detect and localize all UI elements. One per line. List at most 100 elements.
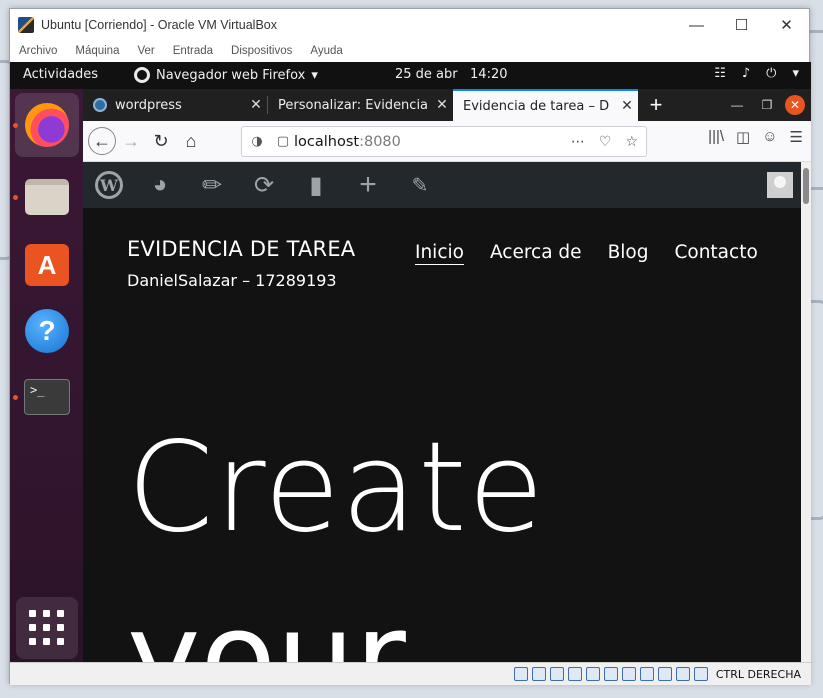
back-button[interactable]: ←	[88, 127, 116, 155]
dock-firefox[interactable]	[15, 93, 79, 157]
menu-ver[interactable]: Ver	[137, 45, 154, 57]
menu-hamburger-icon[interactable]: ☰	[790, 128, 803, 146]
home-button[interactable]: ⌂	[176, 126, 206, 156]
software-store-icon: A	[25, 244, 69, 286]
virtualbox-window: Ubuntu [Corriendo] - Oracle VM VirtualBo…	[9, 8, 811, 685]
video-capture-icon[interactable]	[639, 667, 654, 681]
menu-maquina[interactable]: Máquina	[75, 45, 119, 57]
primary-menu: Inicio Acerca de Blog Contacto	[415, 242, 758, 263]
running-indicator	[13, 195, 18, 200]
edit-pencil-icon[interactable]: ✎	[405, 170, 435, 200]
page-scrollbar[interactable]	[801, 162, 811, 662]
reload-button[interactable]: ↻	[146, 126, 176, 156]
url-bar[interactable]: ◑ ▢ localhost:8080 ⋯ ♡ ☆	[241, 126, 647, 157]
host-key-label: CTRL DERECHA	[715, 667, 801, 681]
new-tab-button[interactable]: +	[638, 89, 674, 121]
vbox-menubar: Archivo Máquina Ver Entrada Dispositivos…	[10, 41, 809, 61]
clock-time: 14:20	[470, 67, 508, 82]
minimize-icon[interactable]: —	[725, 93, 749, 117]
page-actions-icon[interactable]: ⋯	[571, 134, 585, 150]
menu-ayuda[interactable]: Ayuda	[310, 45, 342, 57]
page-info-icon[interactable]: ▢	[272, 134, 294, 149]
tab-label: Evidencia de tarea – D	[463, 98, 610, 114]
updates-icon[interactable]: ⟳	[249, 170, 279, 200]
wordpress-logo-icon[interactable]: W	[95, 171, 123, 199]
gnome-top-bar: Actividades Navegador web Firefox ▾ 25 d…	[10, 62, 811, 89]
firefox-app-icon	[134, 67, 150, 83]
running-indicator	[13, 395, 18, 400]
tab-label: Personalizar: Evidencia	[278, 97, 429, 113]
keyboard-icon[interactable]	[693, 667, 708, 681]
dock-software[interactable]: A	[15, 233, 79, 297]
dock-files[interactable]	[15, 165, 79, 229]
library-icon[interactable]: |||\	[708, 128, 724, 146]
tab-evidencia[interactable]: Evidencia de tarea – D ✕	[453, 89, 638, 121]
account-icon[interactable]: ☺	[762, 128, 777, 146]
menu-item-contacto[interactable]: Contacto	[674, 242, 757, 263]
activities-button[interactable]: Actividades	[23, 67, 98, 82]
guest-screen: Actividades Navegador web Firefox ▾ 25 d…	[10, 62, 811, 662]
mouse-integration-icon[interactable]	[675, 667, 690, 681]
chevron-down-icon: ▾	[311, 67, 318, 83]
audio-icon[interactable]	[549, 667, 564, 681]
navigation-toolbar: ← → ↻ ⌂ ◑ ▢ localhost:8080 ⋯ ♡ ☆ |||\ ◫	[83, 121, 811, 162]
volume-icon: ♪	[741, 66, 751, 81]
virtualization-icon[interactable]	[657, 667, 672, 681]
power-icon: ⏻	[766, 66, 777, 81]
network-adapter-icon[interactable]	[567, 667, 582, 681]
app-menu[interactable]: Navegador web Firefox ▾	[134, 67, 318, 83]
show-applications-button[interactable]	[16, 597, 78, 659]
vbox-titlebar: Ubuntu [Corriendo] - Oracle VM VirtualBo…	[10, 9, 809, 41]
vbox-status-bar: CTRL DERECHA	[10, 662, 811, 685]
tab-wordpress[interactable]: wordpress ✕	[83, 89, 267, 121]
menu-archivo[interactable]: Archivo	[19, 45, 57, 57]
close-tab-icon[interactable]: ✕	[245, 97, 267, 113]
firefox-icon	[25, 103, 69, 147]
customize-brush-icon[interactable]: ✏	[197, 170, 227, 200]
network-icon: ☷	[714, 66, 726, 81]
menu-item-blog[interactable]: Blog	[608, 242, 649, 263]
restore-icon[interactable]: ❐	[755, 93, 779, 117]
minimize-button[interactable]: —	[674, 9, 719, 41]
dock-terminal[interactable]: >_	[15, 365, 79, 429]
close-window-icon[interactable]: ✕	[785, 95, 805, 115]
sidebar-icon[interactable]: ◫	[736, 128, 750, 146]
url-host: localhost	[294, 133, 360, 150]
shared-folders-icon[interactable]	[603, 667, 618, 681]
app-menu-label: Navegador web Firefox	[156, 67, 306, 83]
maximize-button[interactable]: ☐	[719, 9, 764, 41]
close-button[interactable]: ✕	[764, 9, 809, 41]
wordpress-favicon-icon	[93, 98, 107, 112]
new-content-icon[interactable]: +	[353, 168, 383, 201]
menu-item-acerca-de[interactable]: Acerca de	[490, 242, 582, 263]
tab-bar: wordpress ✕ Personalizar: Evidencia ✕ Ev…	[83, 89, 811, 121]
bookmark-star-icon[interactable]: ☆	[625, 134, 638, 150]
optical-drive-icon[interactable]	[531, 667, 546, 681]
close-tab-icon[interactable]: ✕	[616, 98, 638, 114]
display-icon[interactable]	[621, 667, 636, 681]
pocket-icon[interactable]: ♡	[599, 134, 612, 150]
scrollbar-thumb[interactable]	[803, 168, 809, 204]
system-tray[interactable]: ☷ ♪ ⏻ ▾	[714, 66, 799, 81]
menu-dispositivos[interactable]: Dispositivos	[231, 45, 292, 57]
dock-help[interactable]: ?	[15, 299, 79, 363]
firefox-window: wordpress ✕ Personalizar: Evidencia ✕ Ev…	[83, 89, 811, 662]
hero-heading: Create	[127, 416, 546, 560]
clock[interactable]: 25 de abr 14:20	[395, 67, 508, 82]
tab-label: wordpress	[115, 97, 182, 113]
site-title[interactable]: EVIDENCIA DE TAREA	[127, 237, 355, 261]
close-tab-icon[interactable]: ✕	[431, 97, 453, 113]
forward-button[interactable]: →	[116, 126, 146, 156]
dashboard-icon[interactable]: ◕	[145, 170, 175, 200]
site-description: DanielSalazar – 17289193	[127, 271, 337, 290]
avatar[interactable]	[767, 172, 793, 198]
comments-icon[interactable]: ▮	[301, 170, 331, 200]
menu-item-inicio[interactable]: Inicio	[415, 242, 464, 263]
clock-date: 25 de abr	[395, 67, 458, 82]
tab-personalizar[interactable]: Personalizar: Evidencia ✕	[268, 89, 453, 121]
shield-icon[interactable]: ◑	[242, 134, 272, 149]
window-title: Ubuntu [Corriendo] - Oracle VM VirtualBo…	[41, 18, 277, 32]
hard-disk-icon[interactable]	[513, 667, 528, 681]
usb-icon[interactable]	[585, 667, 600, 681]
menu-entrada[interactable]: Entrada	[173, 45, 213, 57]
